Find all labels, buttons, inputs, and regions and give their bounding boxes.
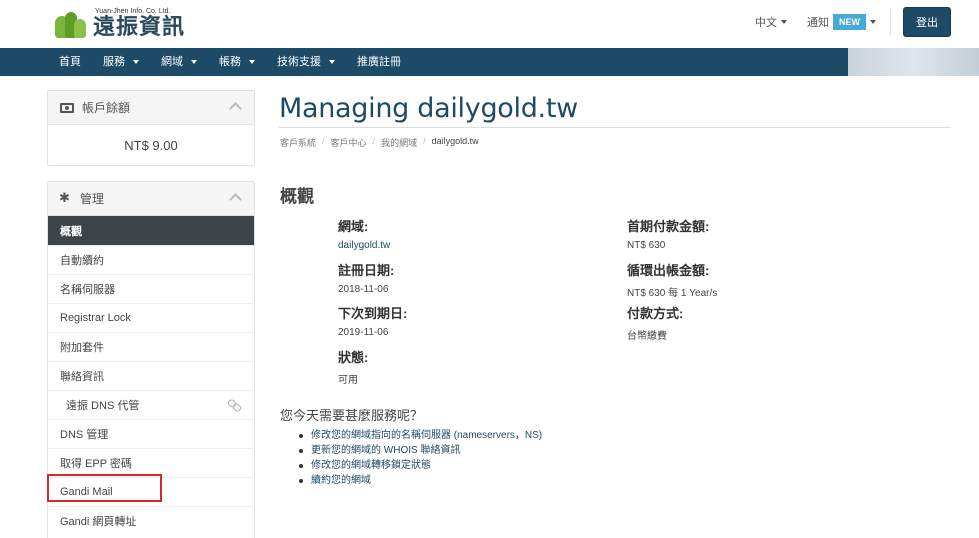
recurring-amount-value: NT$ 630 每 1 Year/s xyxy=(627,288,718,299)
nav-billing[interactable]: 帳務 xyxy=(208,48,266,76)
page-title: Managing dailygold.tw xyxy=(279,93,578,124)
language-label: 中文 xyxy=(755,17,777,29)
new-badge: NEW xyxy=(833,14,866,30)
nav-support[interactable]: 技術支援 xyxy=(266,48,346,76)
sidebar-item-registrar-lock[interactable]: Registrar Lock xyxy=(48,303,254,332)
sidebar-item-nameservers[interactable]: 名稱伺服器 xyxy=(48,274,254,303)
sidebar-item-dns-management[interactable]: DNS 管理 xyxy=(48,419,254,448)
breadcrumb-item[interactable]: 客戶中心 xyxy=(331,136,367,149)
help-link-nameservers[interactable]: 修改您的網域指向的名稱伺服器 (nameservers，NS) xyxy=(299,428,542,443)
top-header: Yuan-Jhen Info. Co. Ltd. 遠振資訊 中文 通知 NEW … xyxy=(0,0,979,48)
breadcrumb-item[interactable]: 我的網域 xyxy=(381,136,417,149)
help-links-list: 修改您的網域指向的名稱伺服器 (nameservers，NS) 更新您的網域的 … xyxy=(299,428,542,488)
status-value: 可用 xyxy=(338,375,358,386)
manage-panel-header[interactable]: 管理 xyxy=(48,182,254,216)
gear-icon xyxy=(59,190,72,206)
breadcrumb-item[interactable]: 客戶系統 xyxy=(280,136,316,149)
caret-down-icon xyxy=(870,20,876,24)
help-title: 您今天需要甚麼服務呢？ xyxy=(280,408,424,423)
next-due-value: 2019-11-06 xyxy=(338,327,389,338)
caret-down-icon xyxy=(133,60,139,64)
help-link-whois[interactable]: 更新您的網域的 WHOIS 聯絡資訊 xyxy=(299,443,542,458)
nav-affiliates[interactable]: 推廣註冊 xyxy=(346,48,412,76)
sidebar-item-contacts[interactable]: 聯絡資訊 xyxy=(48,361,254,390)
sidebar-item-overview[interactable]: 概觀 xyxy=(48,216,254,245)
logo-chinese-name: 遠振資訊 xyxy=(93,15,186,40)
next-due-label: 下次到期日: xyxy=(338,306,408,321)
nav-home[interactable]: 首頁 xyxy=(48,48,92,76)
divider xyxy=(279,127,951,128)
divider xyxy=(890,9,891,35)
payment-method-value: 台幣繳費 xyxy=(627,331,667,342)
notifications-label: 通知 xyxy=(807,17,829,29)
breadcrumb: 客戶系統 / 客戶中心 / 我的網域 / dailygold.tw xyxy=(280,136,479,149)
breadcrumb-current: dailygold.tw xyxy=(431,136,479,146)
balance-panel-header[interactable]: 帳戶餘額 xyxy=(48,91,254,125)
logout-button[interactable]: 登出 xyxy=(903,7,951,37)
language-dropdown[interactable]: 中文 xyxy=(755,14,787,30)
highlight-annotation-box xyxy=(47,474,162,502)
blurred-region xyxy=(848,48,979,76)
recurring-amount-label: 循環出帳金額: xyxy=(627,263,710,278)
logo-leaf-icon xyxy=(53,10,89,40)
section-title: 概觀 xyxy=(280,187,314,206)
sidebar-item-gandi-web-forwarding[interactable]: Gandi 網頁轉址 xyxy=(48,506,254,535)
caret-down-icon xyxy=(329,60,335,64)
caret-down-icon xyxy=(781,20,787,24)
sidebar-item-addons[interactable]: 附加套件 xyxy=(48,332,254,361)
money-icon xyxy=(60,102,74,113)
notifications-dropdown[interactable]: 通知 NEW xyxy=(807,14,876,30)
balance-value: NT$ 9.00 xyxy=(124,137,178,153)
balance-title: 帳戶餘額 xyxy=(82,101,131,115)
nav-domains[interactable]: 網域 xyxy=(150,48,208,76)
caret-down-icon xyxy=(191,60,197,64)
caret-down-icon xyxy=(249,60,255,64)
nav-services[interactable]: 服務 xyxy=(92,48,150,76)
link-icon xyxy=(228,400,240,410)
domain-label: 網域: xyxy=(338,219,369,234)
main-navbar: 首頁 服務 網域 帳務 技術支援 推廣註冊 xyxy=(0,48,979,76)
status-label: 狀態: xyxy=(338,350,369,365)
payment-method-label: 付款方式: xyxy=(627,306,684,321)
domain-value[interactable]: dailygold.tw xyxy=(338,240,390,251)
chevron-up-icon[interactable] xyxy=(229,193,242,206)
first-payment-label: 首期付款金額: xyxy=(627,219,710,234)
help-link-transfer-lock[interactable]: 修改您的網域轉移鎖定狀態 xyxy=(299,458,542,473)
chevron-up-icon[interactable] xyxy=(229,102,242,115)
sidebar-item-epp-code[interactable]: 取得 EPP 密碼 xyxy=(48,448,254,477)
manage-title: 管理 xyxy=(80,192,105,206)
help-link-renew[interactable]: 續約您的網域 xyxy=(299,473,542,488)
sidebar-item-autorenew[interactable]: 自動續約 xyxy=(48,245,254,274)
registration-date-value: 2018-11-06 xyxy=(338,284,389,295)
registration-date-label: 註冊日期: xyxy=(338,263,395,278)
company-logo[interactable]: Yuan-Jhen Info. Co. Ltd. 遠振資訊 xyxy=(53,6,185,40)
balance-panel: 帳戶餘額 NT$ 9.00 xyxy=(47,90,255,166)
sidebar-item-dns-hosting[interactable]: 遠振 DNS 代管 xyxy=(48,390,254,419)
first-payment-value: NT$ 630 xyxy=(627,240,666,251)
